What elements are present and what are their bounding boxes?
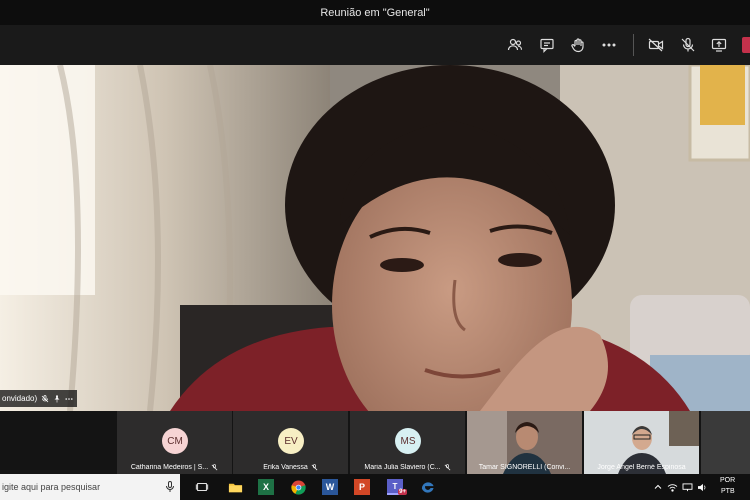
- participant-tile-partial[interactable]: [701, 411, 750, 474]
- participant-name: Maria Julia Slaviero (C...: [364, 464, 441, 471]
- taskbar-search-box[interactable]: igite aqui para pesquisar: [0, 474, 180, 500]
- toolbar-divider: [633, 34, 634, 56]
- more-options-icon[interactable]: [598, 35, 620, 55]
- video-frame-illustration: [0, 65, 750, 411]
- end-call-button[interactable]: [742, 37, 750, 53]
- participant-name: Jorge Angel Berné Espinosa: [597, 464, 686, 471]
- main-video-feed: [0, 65, 750, 411]
- task-view-icon[interactable]: [194, 479, 210, 495]
- mic-muted-icon: [41, 394, 49, 402]
- participant-tile[interactable]: EV Erika Vanessa: [233, 411, 348, 474]
- pin-icon[interactable]: [53, 395, 61, 403]
- network-icon[interactable]: [681, 479, 693, 495]
- powerpoint-icon[interactable]: P: [354, 479, 370, 495]
- more-options-icon[interactable]: [65, 395, 73, 403]
- mic-muted-icon: [444, 464, 450, 471]
- search-placeholder: igite aqui para pesquisar: [2, 482, 101, 492]
- participant-tile[interactable]: MS Maria Julia Slaviero (C...: [350, 411, 465, 474]
- keyboard-layout-indicator[interactable]: PTB: [721, 488, 735, 495]
- main-video-participant-name: onvidado): [2, 394, 38, 403]
- tray-expand-icon[interactable]: [653, 479, 663, 495]
- avatar: CM: [162, 428, 188, 454]
- avatar: MS: [395, 428, 421, 454]
- participant-name: Catharina Medeiros | S...: [130, 464, 209, 471]
- teams-notification-badge: 9+: [398, 489, 407, 495]
- excel-icon[interactable]: X: [258, 479, 274, 495]
- participants-icon[interactable]: [504, 35, 526, 55]
- participant-tile-video[interactable]: Tamar SIGNORELLI (Convi...: [467, 411, 582, 474]
- main-video-name-tag: onvidado): [0, 390, 78, 407]
- share-screen-icon[interactable]: [708, 35, 730, 55]
- meeting-toolbar: [0, 25, 750, 65]
- word-icon[interactable]: W: [322, 479, 338, 495]
- edge-icon[interactable]: [419, 479, 435, 495]
- participant-strip: CM Catharina Medeiros | S... EV Erika Va…: [0, 411, 750, 474]
- title-bar: Reunião em "General": [0, 0, 750, 25]
- avatar: EV: [278, 428, 304, 454]
- teams-icon[interactable]: T 9+: [387, 479, 407, 495]
- chrome-icon[interactable]: [290, 479, 306, 495]
- mic-muted-icon: [311, 464, 318, 471]
- participant-name: Erika Vanessa: [263, 464, 308, 471]
- mic-off-icon[interactable]: [677, 35, 699, 55]
- teams-meeting-window: Reunião em "General" onvidado) CM Cathar…: [0, 0, 750, 500]
- file-explorer-icon[interactable]: [227, 479, 243, 495]
- mic-muted-icon: [211, 464, 218, 471]
- camera-off-icon[interactable]: [645, 35, 667, 55]
- participant-tile-video[interactable]: Jorge Angel Berné Espinosa: [584, 411, 699, 474]
- chat-icon[interactable]: [536, 35, 558, 55]
- participant-tile[interactable]: CM Catharina Medeiros | S...: [117, 411, 232, 474]
- raise-hand-icon[interactable]: [567, 35, 589, 55]
- windows-taskbar: igite aqui para pesquisar X W P T 9+ POR…: [0, 474, 750, 500]
- wifi-icon[interactable]: [666, 479, 678, 495]
- language-indicator[interactable]: POR: [720, 477, 735, 484]
- mic-icon[interactable]: [165, 481, 175, 493]
- participant-name: Tamar SIGNORELLI (Convi...: [478, 464, 571, 471]
- window-title: Reunião em "General": [320, 6, 430, 19]
- volume-icon[interactable]: [696, 479, 708, 495]
